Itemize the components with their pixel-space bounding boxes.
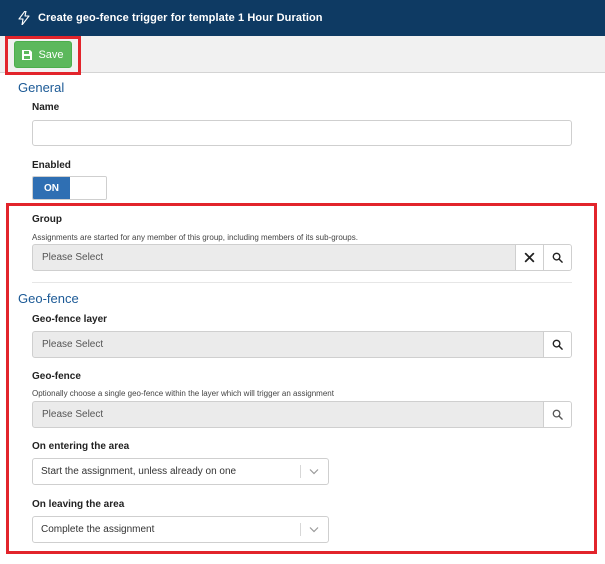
geofence-select[interactable]: Please Select xyxy=(32,401,572,428)
page-title: Create geo-fence trigger for template 1 … xyxy=(38,12,323,24)
search-icon xyxy=(552,339,563,350)
section-divider xyxy=(32,282,572,283)
geofence-search-button[interactable] xyxy=(543,402,571,427)
save-button-label: Save xyxy=(38,48,64,61)
section-title-geofence: Geo-fence xyxy=(18,291,79,306)
on-leaving-select[interactable]: Complete the assignment xyxy=(32,516,329,543)
geofence-layer-select[interactable]: Please Select xyxy=(32,331,572,358)
name-input[interactable] xyxy=(32,120,572,146)
search-icon xyxy=(552,409,563,420)
on-entering-select[interactable]: Start the assignment, unless already on … xyxy=(32,458,329,485)
on-entering-value: Start the assignment, unless already on … xyxy=(41,466,237,477)
floppy-disk-icon xyxy=(22,49,33,60)
close-icon xyxy=(524,252,535,263)
enabled-label: Enabled xyxy=(32,160,71,171)
enabled-toggle[interactable]: ON xyxy=(32,176,107,200)
name-label: Name xyxy=(32,102,60,113)
toggle-off-area xyxy=(70,177,106,199)
on-leaving-label: On leaving the area xyxy=(32,499,125,510)
chevron-down-icon xyxy=(300,459,328,484)
toggle-on-state: ON xyxy=(33,177,70,199)
on-entering-label: On entering the area xyxy=(32,441,130,452)
group-help-text: Assignments are started for any member o… xyxy=(32,233,358,242)
title-bar: Create geo-fence trigger for template 1 … xyxy=(0,0,605,36)
geofence-layer-label: Geo-fence layer xyxy=(32,314,108,325)
group-label: Group xyxy=(32,214,62,225)
section-title-general: General xyxy=(18,80,65,95)
geofence-layer-search-button[interactable] xyxy=(543,332,571,357)
group-clear-button[interactable] xyxy=(515,245,543,270)
group-select[interactable]: Please Select xyxy=(32,244,572,271)
geofence-label: Geo-fence xyxy=(32,371,81,382)
chevron-down-icon xyxy=(300,517,328,542)
search-icon xyxy=(552,252,563,263)
geofence-placeholder[interactable]: Please Select xyxy=(33,402,543,427)
geofence-layer-placeholder[interactable]: Please Select xyxy=(33,332,543,357)
toolbar xyxy=(0,36,605,73)
lightning-bolt-icon xyxy=(18,10,30,26)
group-select-placeholder[interactable]: Please Select xyxy=(33,245,515,270)
on-leaving-value: Complete the assignment xyxy=(41,524,155,535)
group-search-button[interactable] xyxy=(543,245,571,270)
save-button[interactable]: Save xyxy=(14,41,72,68)
geofence-help-text: Optionally choose a single geo-fence wit… xyxy=(32,389,334,398)
